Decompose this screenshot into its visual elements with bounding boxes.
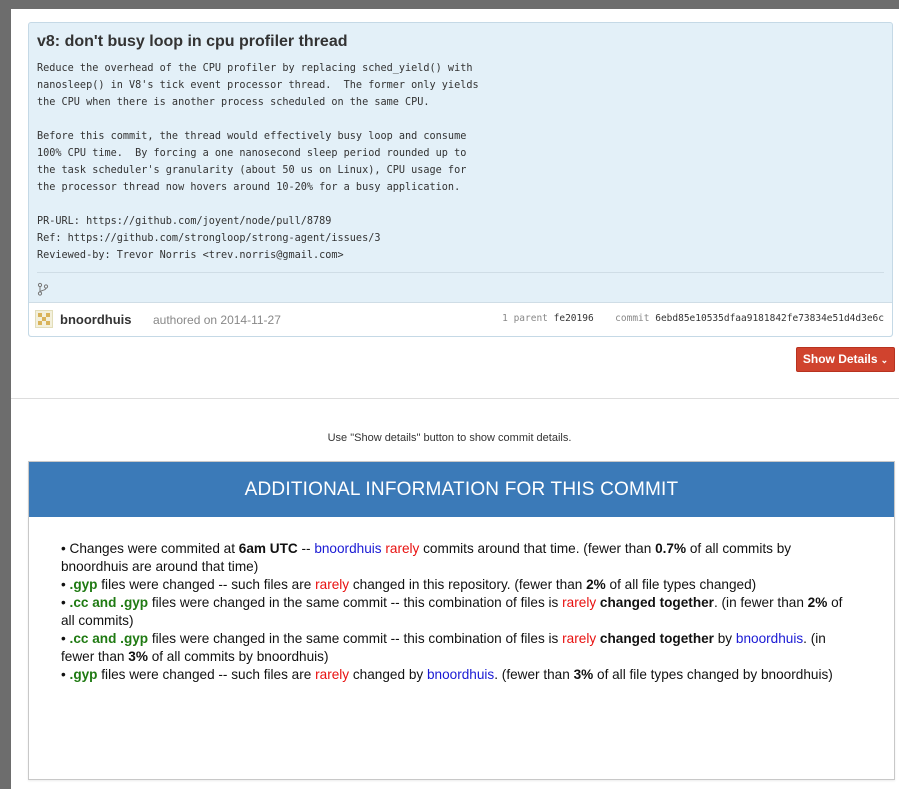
info-item-filetype-author: • .gyp files were changed -- such files … bbox=[61, 667, 833, 682]
hint-text: Use "Show details" button to show commit… bbox=[327, 432, 572, 444]
author-avatar[interactable] bbox=[35, 310, 53, 328]
info-item-commit-time: • Changes were commited at 6am UTC -- bn… bbox=[61, 541, 792, 574]
commit-title: v8: don't busy loop in cpu profiler thre… bbox=[37, 33, 348, 50]
author-link[interactable]: bnoordhuis bbox=[314, 541, 381, 556]
authored-date: authored on 2014-11-27 bbox=[153, 313, 281, 327]
window-frame-top bbox=[0, 0, 899, 9]
commit-message: Reduce the overhead of the CPU profiler … bbox=[37, 63, 479, 261]
show-details-button[interactable]: Show Details ⌄ bbox=[796, 347, 895, 372]
show-details-label: Show Details bbox=[802, 352, 878, 366]
commit-label: commit bbox=[615, 313, 650, 324]
commit-sha: 6ebd85e10535dfaa9181842fe73834e51d4d3e6c bbox=[655, 313, 884, 324]
additional-info-panel: ADDITIONAL INFORMATION FOR THIS COMMIT •… bbox=[28, 461, 895, 780]
panel-title: ADDITIONAL INFORMATION FOR THIS COMMIT bbox=[29, 462, 894, 517]
author-link[interactable]: bnoordhuis bbox=[60, 312, 132, 327]
chevron-down-icon: ⌄ bbox=[880, 355, 889, 365]
info-item-filetype: • .gyp files were changed -- such files … bbox=[61, 577, 757, 592]
info-item-combination: • .cc and .gyp files were changed in the… bbox=[61, 595, 843, 628]
author-link[interactable]: bnoordhuis bbox=[736, 631, 803, 646]
info-item-combination-author: • .cc and .gyp files were changed in the… bbox=[61, 631, 826, 664]
commit-ids: 1 parent fe20196 commit 6ebd85e10535dfaa… bbox=[502, 313, 884, 324]
commit-box: v8: don't busy loop in cpu profiler thre… bbox=[28, 22, 893, 337]
commit-meta-bar: bnoordhuis authored on 2014-11-27 1 pare… bbox=[29, 302, 892, 336]
commit-divider bbox=[37, 272, 884, 273]
git-branch-icon bbox=[37, 282, 49, 296]
parent-sha-link[interactable]: fe20196 bbox=[554, 313, 594, 324]
section-divider bbox=[11, 398, 899, 399]
window-frame-left bbox=[0, 0, 11, 789]
parent-label: 1 parent bbox=[502, 313, 548, 324]
author-link[interactable]: bnoordhuis bbox=[427, 667, 494, 682]
info-list: • Changes were commited at 6am UTC -- bn… bbox=[61, 540, 856, 684]
